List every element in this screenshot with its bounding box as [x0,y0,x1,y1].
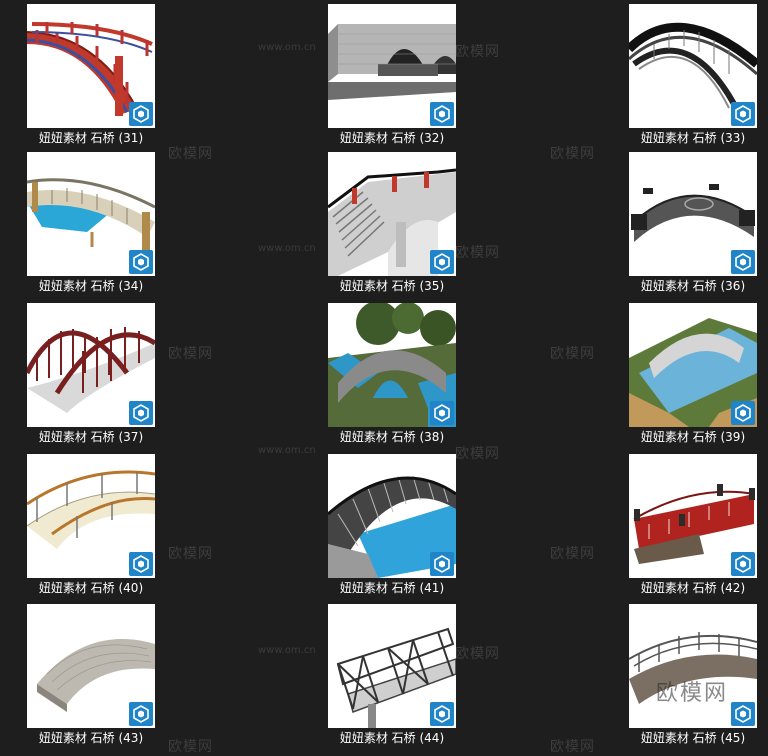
watermark-url: www.om.cn [258,243,316,254]
thumbnail[interactable] [629,4,757,128]
file-caption: 妞妞素材 石桥 (39) [640,430,746,444]
file-tile[interactable]: 妞妞素材 石桥 (31) [27,4,155,146]
watermark-url: www.om.cn [258,42,316,53]
watermark-brand: 欧模网 [168,546,213,562]
file-caption: 妞妞素材 石桥 (31) [38,131,144,145]
thumbnail[interactable] [27,454,155,578]
sketchup-icon [731,702,755,726]
file-caption: 妞妞素材 石桥 (44) [339,731,445,745]
sketchup-icon [129,702,153,726]
sketchup-icon [430,401,454,425]
sketchup-icon [731,401,755,425]
file-caption: 妞妞素材 石桥 (34) [38,279,144,293]
watermark-brand: 欧模网 [455,44,500,60]
thumbnail-grid: 妞妞素材 石桥 (31) 妞妞素材 石桥 (32) 妞妞素材 石桥 (33) 妞… [0,0,768,751]
file-tile[interactable]: 妞妞素材 石桥 (43) [27,604,155,746]
file-caption: 妞妞素材 石桥 (42) [640,581,746,595]
file-caption: 妞妞素材 石桥 (38) [339,430,445,444]
watermark-brand: 欧模网 [168,346,213,362]
file-caption: 妞妞素材 石桥 (35) [339,279,445,293]
sketchup-icon [731,102,755,126]
file-caption: 妞妞素材 石桥 (43) [38,731,144,745]
thumbnail[interactable] [629,152,757,276]
watermark-brand: 欧模网 [550,546,595,562]
file-caption: 妞妞素材 石桥 (40) [38,581,144,595]
watermark-brand: 欧模网 [550,146,595,162]
file-caption: 妞妞素材 石桥 (41) [339,581,445,595]
watermark-url: www.om.cn [258,645,316,656]
watermark-brand: 欧模网 [455,446,500,462]
watermark-brand: 欧模网 [168,739,213,755]
sketchup-icon [129,102,153,126]
file-tile[interactable]: 妞妞素材 石桥 (34) [27,152,155,294]
sketchup-icon [430,250,454,274]
file-tile[interactable]: 妞妞素材 石桥 (42) [629,454,757,596]
file-caption: 妞妞素材 石桥 (33) [640,131,746,145]
thumbnail[interactable] [328,4,456,128]
file-tile[interactable]: 妞妞素材 石桥 (37) [27,303,155,445]
thumbnail[interactable] [27,303,155,427]
watermark-brand: 欧模网 [550,346,595,362]
sketchup-icon [129,250,153,274]
thumbnail[interactable] [27,152,155,276]
file-tile[interactable]: 妞妞素材 石桥 (45) [629,604,757,746]
sketchup-icon [430,102,454,126]
sketchup-icon [731,552,755,576]
watermark-brand: 欧模网 [455,245,500,261]
sketchup-icon [430,702,454,726]
thumbnail[interactable] [27,4,155,128]
file-caption: 妞妞素材 石桥 (36) [640,279,746,293]
thumbnail[interactable] [27,604,155,728]
watermark-url: www.om.cn [258,445,316,456]
sketchup-icon [731,250,755,274]
file-tile[interactable]: 妞妞素材 石桥 (40) [27,454,155,596]
file-tile[interactable]: 妞妞素材 石桥 (33) [629,4,757,146]
file-tile[interactable]: 妞妞素材 石桥 (44) [328,604,456,746]
thumbnail[interactable] [328,303,456,427]
watermark-brand: 欧模网 [455,646,500,662]
file-tile[interactable]: 妞妞素材 石桥 (39) [629,303,757,445]
thumbnail[interactable] [328,604,456,728]
sketchup-icon [430,552,454,576]
sketchup-icon [129,552,153,576]
thumbnail[interactable] [328,152,456,276]
thumbnail[interactable] [629,303,757,427]
file-tile[interactable]: 妞妞素材 石桥 (35) [328,152,456,294]
file-tile[interactable]: 妞妞素材 石桥 (36) [629,152,757,294]
file-caption: 妞妞素材 石桥 (45) [640,731,746,745]
file-tile[interactable]: 妞妞素材 石桥 (32) [328,4,456,146]
thumbnail[interactable] [629,454,757,578]
watermark-brand: 欧模网 [550,739,595,755]
sketchup-icon [129,401,153,425]
watermark-brand: 欧模网 [168,146,213,162]
thumbnail[interactable] [629,604,757,728]
file-caption: 妞妞素材 石桥 (37) [38,430,144,444]
file-tile[interactable]: 妞妞素材 石桥 (41) [328,454,456,596]
thumbnail[interactable] [328,454,456,578]
file-caption: 妞妞素材 石桥 (32) [339,131,445,145]
file-tile[interactable]: 妞妞素材 石桥 (38) [328,303,456,445]
